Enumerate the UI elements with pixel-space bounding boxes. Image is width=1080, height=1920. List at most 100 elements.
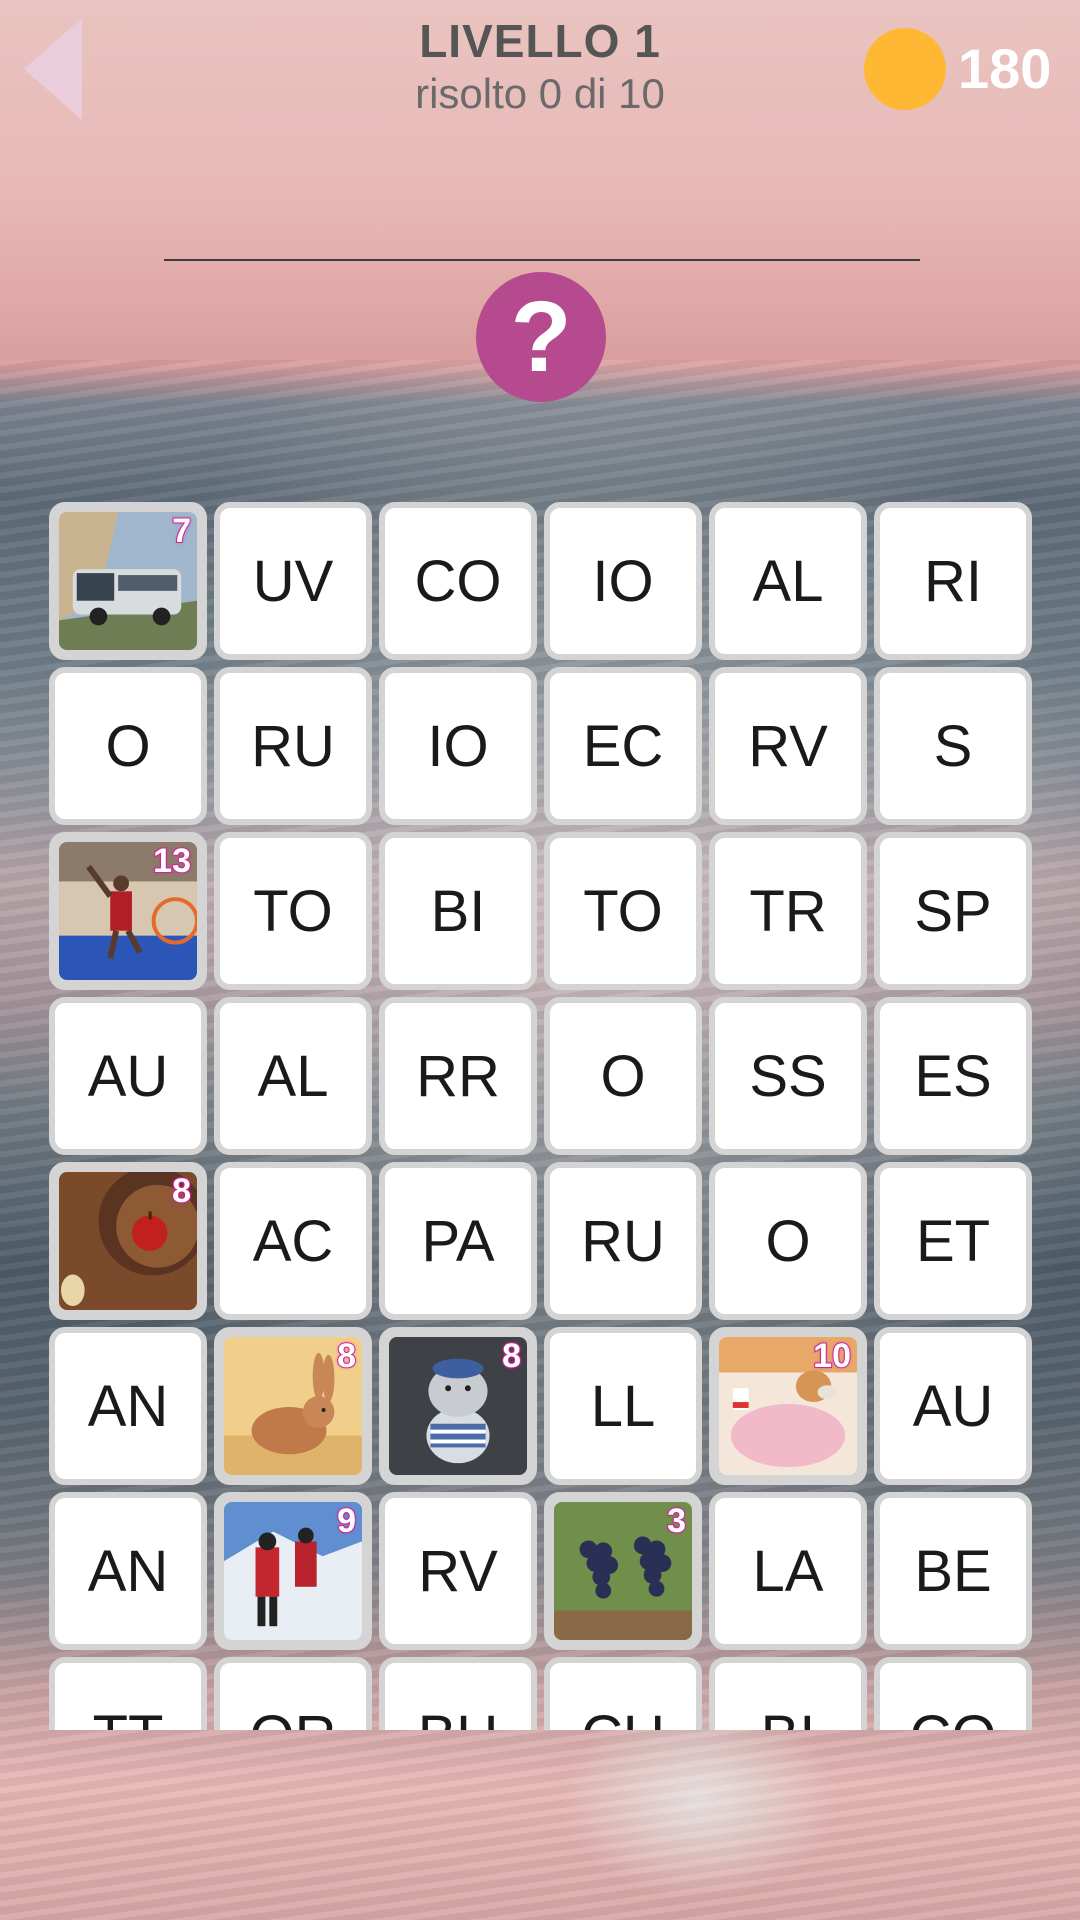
- syllable-label: AC: [252, 1208, 334, 1274]
- syllable-tile[interactable]: AC: [214, 1162, 372, 1320]
- syllable-label: RV: [418, 1538, 498, 1604]
- syllable-label: BE: [914, 1538, 992, 1604]
- syllable-label: TT: [93, 1703, 164, 1731]
- dog-in-bathrobe-image: 10: [719, 1337, 857, 1475]
- syllable-label: SS: [749, 1043, 827, 1109]
- plush-hippo-image: 8: [389, 1337, 527, 1475]
- syllable-tile[interactable]: ES: [874, 997, 1032, 1155]
- apple-image: 8: [59, 1172, 197, 1310]
- syllable-tile[interactable]: CO: [379, 502, 537, 660]
- basketball-player-image: 13: [59, 842, 197, 980]
- syllable-tile[interactable]: RU: [214, 667, 372, 825]
- syllable-tile[interactable]: AL: [709, 502, 867, 660]
- syllable-label: PA: [421, 1208, 495, 1274]
- syllable-label: OR: [250, 1703, 337, 1731]
- syllable-tile[interactable]: RU: [544, 1162, 702, 1320]
- syllable-tile[interactable]: IO: [544, 502, 702, 660]
- syllable-label: RU: [581, 1208, 665, 1274]
- letter-count-badge: 7: [171, 512, 192, 551]
- syllable-label: IO: [427, 713, 489, 779]
- syllable-label: AL: [257, 1043, 329, 1109]
- syllable-label: ES: [914, 1043, 992, 1109]
- syllable-label: AN: [87, 1373, 169, 1439]
- syllable-label: AL: [752, 548, 824, 614]
- syllable-label: O: [105, 713, 151, 779]
- picture-tile-rabbit[interactable]: 8: [214, 1327, 372, 1485]
- syllable-tile[interactable]: BI: [709, 1657, 867, 1730]
- syllable-tile[interactable]: RV: [709, 667, 867, 825]
- syllable-tile[interactable]: TR: [709, 832, 867, 990]
- mountain-rescuers-image: 9: [224, 1502, 362, 1640]
- syllable-tile[interactable]: O: [544, 997, 702, 1155]
- syllable-label: UV: [252, 548, 334, 614]
- grapes-image: 3: [554, 1502, 692, 1640]
- syllable-label: IO: [592, 548, 654, 614]
- syllable-label: LA: [752, 1538, 824, 1604]
- syllable-tile[interactable]: CU: [544, 1657, 702, 1730]
- syllable-tile[interactable]: AN: [49, 1492, 207, 1650]
- syllable-tile[interactable]: TO: [214, 832, 372, 990]
- picture-tile-basketball-player[interactable]: 13: [49, 832, 207, 990]
- letter-count-badge: 8: [501, 1337, 522, 1376]
- syllable-label: AN: [87, 1538, 169, 1604]
- syllable-tile[interactable]: RI: [874, 502, 1032, 660]
- syllable-tile[interactable]: LL: [544, 1327, 702, 1485]
- syllable-tile[interactable]: AU: [874, 1327, 1032, 1485]
- syllable-tile[interactable]: AU: [49, 997, 207, 1155]
- syllable-label: EC: [582, 713, 664, 779]
- syllable-tile[interactable]: SS: [709, 997, 867, 1155]
- syllable-tile[interactable]: O: [49, 667, 207, 825]
- syllable-tile[interactable]: TT: [49, 1657, 207, 1730]
- syllable-tile[interactable]: RR: [379, 997, 537, 1155]
- coin-icon: [864, 28, 946, 110]
- picture-tile-plush-hippo[interactable]: 8: [379, 1327, 537, 1485]
- syllable-tile[interactable]: O: [709, 1162, 867, 1320]
- letter-count-badge: 13: [152, 842, 192, 881]
- syllable-tile[interactable]: LA: [709, 1492, 867, 1650]
- syllable-label: O: [765, 1208, 811, 1274]
- picture-tile-grapes[interactable]: 3: [544, 1492, 702, 1650]
- syllable-label: ET: [915, 1208, 991, 1274]
- picture-tile-apple[interactable]: 8: [49, 1162, 207, 1320]
- answer-line: [164, 259, 920, 261]
- syllable-label: AU: [912, 1373, 994, 1439]
- picture-tile-dog-in-bathrobe[interactable]: 10: [709, 1327, 867, 1485]
- syllable-label: TO: [583, 878, 663, 944]
- rabbit-image: 8: [224, 1337, 362, 1475]
- picture-tile-mountain-rescuers[interactable]: 9: [214, 1492, 372, 1650]
- syllable-label: TR: [749, 878, 827, 944]
- hint-button[interactable]: ?: [476, 272, 606, 402]
- syllable-label: O: [600, 1043, 646, 1109]
- syllable-tile[interactable]: EC: [544, 667, 702, 825]
- syllable-tile[interactable]: UV: [214, 502, 372, 660]
- bus-image: 7: [59, 512, 197, 650]
- syllable-tile[interactable]: IO: [379, 667, 537, 825]
- syllable-tile[interactable]: RV: [379, 1492, 537, 1650]
- syllable-tile[interactable]: S: [874, 667, 1032, 825]
- syllable-tile[interactable]: ET: [874, 1162, 1032, 1320]
- syllable-label: RU: [251, 713, 335, 779]
- syllable-tile[interactable]: CO: [874, 1657, 1032, 1730]
- syllable-label: TO: [253, 878, 333, 944]
- syllable-tile[interactable]: TO: [544, 832, 702, 990]
- syllable-tile[interactable]: SP: [874, 832, 1032, 990]
- letter-count-badge: 10: [812, 1337, 852, 1376]
- letter-count-badge: 8: [336, 1337, 357, 1376]
- tile-board: 7 UV CO IO AL RI O RU IO EC RV S 13 TO BI TO TR SP AU AL RR O…: [49, 502, 1039, 1730]
- syllable-tile[interactable]: BU: [379, 1657, 537, 1730]
- letter-count-badge: 9: [336, 1502, 357, 1541]
- syllable-tile[interactable]: AN: [49, 1327, 207, 1485]
- syllable-label: LL: [590, 1373, 656, 1439]
- syllable-label: BU: [418, 1703, 499, 1731]
- syllable-tile[interactable]: AL: [214, 997, 372, 1155]
- picture-tile-bus[interactable]: 7: [49, 502, 207, 660]
- syllable-tile[interactable]: OR: [214, 1657, 372, 1730]
- background-sun-glow: [560, 1700, 840, 1900]
- letter-count-badge: 3: [666, 1502, 687, 1541]
- syllable-label: S: [933, 713, 973, 779]
- syllable-tile[interactable]: BI: [379, 832, 537, 990]
- syllable-tile[interactable]: PA: [379, 1162, 537, 1320]
- syllable-tile[interactable]: BE: [874, 1492, 1032, 1650]
- syllable-label: AU: [87, 1043, 169, 1109]
- syllable-label: CU: [581, 1703, 665, 1731]
